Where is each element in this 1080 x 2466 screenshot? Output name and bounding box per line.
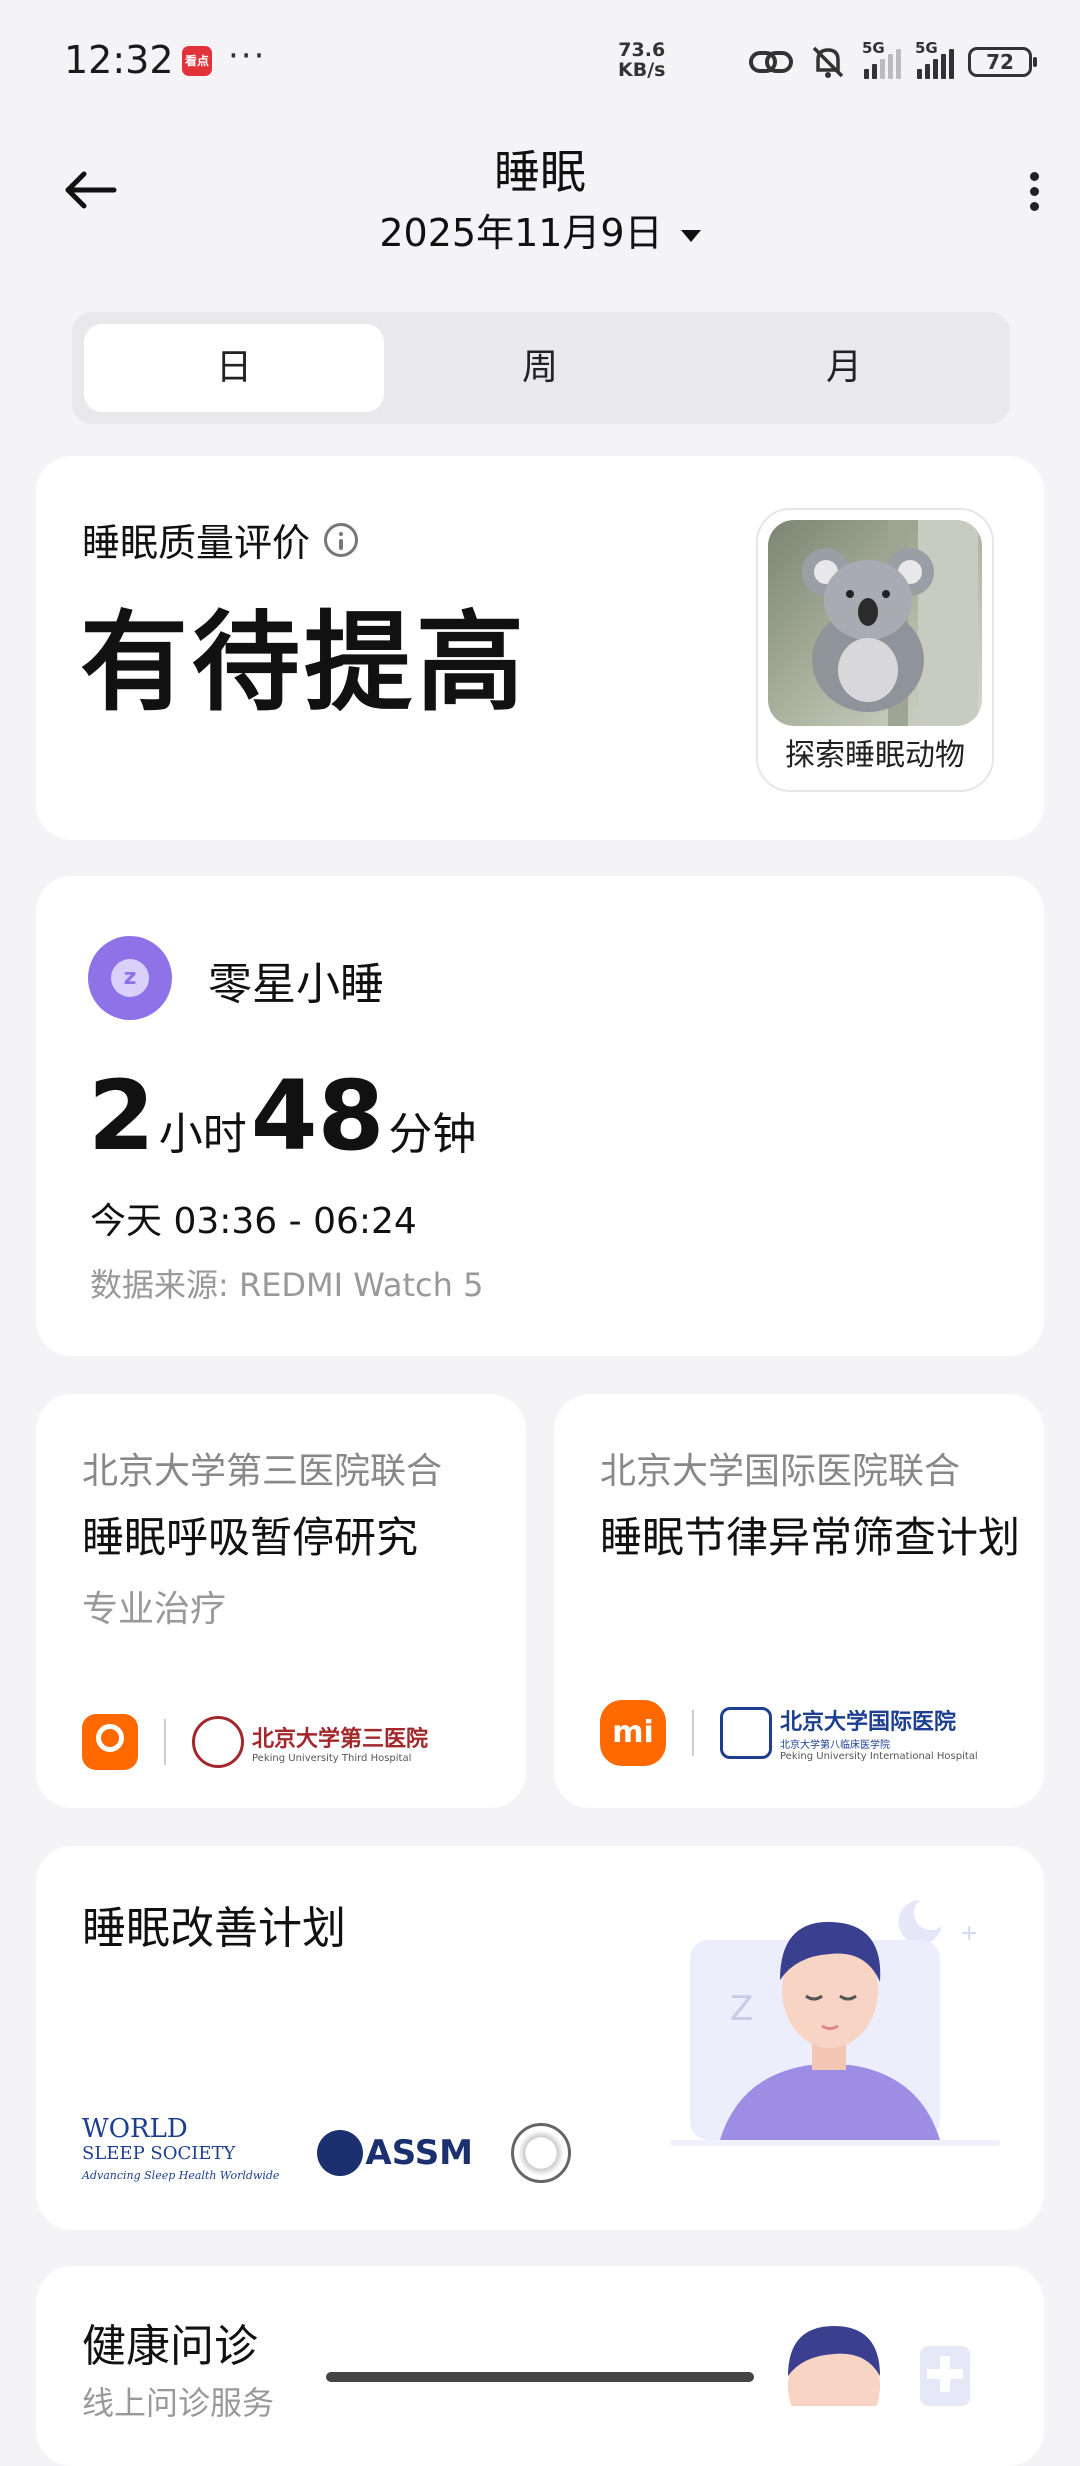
nap-minutes-unit: 分钟 — [388, 1109, 477, 1160]
pku-international-hospital-logo: 北京大学国际医院 北京大学第八临床医学院 Peking University I… — [720, 1704, 978, 1762]
sleeping-person-illustration: + Z — [670, 1900, 1000, 2146]
study-org: 北京大学国际医院联合 — [600, 1451, 961, 1492]
tab-week[interactable]: 周 — [390, 324, 690, 412]
mute-bell-icon — [812, 46, 844, 78]
data-source: 数据来源: REDMI Watch 5 — [90, 1266, 484, 1304]
date-selector[interactable]: 2025年11月9日 — [0, 202, 1080, 257]
more-notifications-icon: ··· — [228, 36, 267, 76]
page-title: 睡眠 — [494, 145, 586, 199]
study-card-rhythm[interactable]: 北京大学国际医院联合 睡眠节律异常筛查计划 mi 北京大学国际医院 北京大学第八… — [554, 1394, 1044, 1808]
partner-logos: 北京大学第三医院 Peking University Third Hospita… — [82, 1714, 428, 1770]
health-research-logo — [82, 1714, 138, 1770]
hospital-emblem-icon — [192, 1716, 244, 1768]
mi-logo: mi — [600, 1700, 666, 1766]
nap-icon: z — [88, 936, 172, 1020]
link-icon — [749, 51, 793, 73]
status-icons: 5G 5G 72 — [748, 39, 1037, 82]
nap-title: 零星小睡 — [208, 959, 384, 1010]
study-title: 睡眠呼吸暂停研究 — [82, 1513, 419, 1562]
koala-image — [768, 520, 982, 726]
tab-month[interactable]: 月 — [694, 324, 994, 412]
world-sleep-society-logo: WORLD SLEEP SOCIETY Advancing Sleep Heal… — [82, 2114, 280, 2182]
quality-label: 睡眠质量评价 — [82, 521, 311, 565]
period-tabs: 日 周 月 — [72, 312, 1010, 424]
study-org: 北京大学第三医院联合 — [82, 1451, 443, 1492]
nap-hours: 2 — [88, 1060, 155, 1172]
app-header: 睡眠 2025年11月9日 — [0, 120, 1080, 280]
quality-value: 有待提高 — [80, 601, 529, 726]
tab-day[interactable]: 日 — [84, 324, 384, 412]
caret-down-icon — [680, 229, 701, 242]
logo-divider — [692, 1710, 694, 1756]
date-label: 2025年11月9日 — [379, 211, 663, 255]
nap-minutes: 48 — [250, 1060, 385, 1172]
consult-title: 健康问诊 — [82, 2321, 258, 2372]
svg-text:Z: Z — [730, 1989, 753, 2029]
pku-third-hospital-logo: 北京大学第三医院 Peking University Third Hospita… — [192, 1716, 428, 1768]
svg-text:+: + — [960, 1921, 978, 1946]
study-card-apnea[interactable]: 北京大学第三医院联合 睡眠呼吸暂停研究 专业治疗 北京大学第三医院 Peking… — [36, 1394, 526, 1808]
plan-title: 睡眠改善计划 — [82, 1903, 346, 1954]
status-bar: 12:32 看点 ··· 73.6 KB/s 5G 5G 72 — [0, 0, 1080, 120]
nap-time-range: 今天 03:36 - 06:24 — [90, 1201, 417, 1242]
news-app-icon: 看点 — [182, 46, 212, 76]
doctor-illustration — [788, 2326, 970, 2406]
study-tag: 专业治疗 — [82, 1589, 227, 1630]
home-indicator[interactable] — [326, 2372, 754, 2382]
health-consult-card[interactable]: 健康问诊 线上问诊服务 — [36, 2266, 1044, 2466]
nap-card[interactable]: z 零星小睡 2小时48分钟 今天 03:36 - 06:24 数据来源: RE… — [36, 876, 1044, 1356]
battery-icon: 72 — [968, 47, 1037, 77]
sleep-animal-button[interactable]: 探索睡眠动物 — [756, 508, 994, 792]
study-title: 睡眠节律异常筛查计划 — [600, 1513, 1021, 1562]
sleep-quality-card[interactable]: 睡眠质量评价 有待提高 探索睡眠动物 — [36, 456, 1044, 840]
logo-divider — [164, 1719, 166, 1765]
more-menu-icon[interactable] — [1014, 166, 1054, 226]
partner-logos: WORLD SLEEP SOCIETY Advancing Sleep Heal… — [82, 2114, 572, 2187]
network-speed: 73.6 KB/s — [618, 40, 665, 80]
consult-subtitle: 线上问诊服务 — [82, 2384, 275, 2422]
nap-duration: 2小时48分钟 — [88, 1060, 480, 1172]
info-icon[interactable] — [324, 522, 359, 557]
nap-hours-unit: 小时 — [158, 1109, 247, 1160]
signal-1-icon: 5G — [862, 39, 901, 79]
quality-label-row: 睡眠质量评价 — [82, 512, 359, 567]
sleep-animal-label: 探索睡眠动物 — [785, 738, 965, 773]
sleep-improvement-plan-card[interactable]: 睡眠改善计划 WORLD SLEEP SOCIETY Advancing Sle… — [36, 1846, 1044, 2230]
hospital-emblem-icon — [720, 1707, 772, 1759]
status-time: 12:32 — [64, 38, 174, 82]
partner-logos: mi 北京大学国际医院 北京大学第八临床医学院 Peking Universit… — [600, 1700, 978, 1766]
assm-logo: ASSM — [317, 2129, 473, 2176]
network-speed-unit: KB/s — [618, 59, 666, 81]
signal-2-icon: 5G — [915, 39, 954, 79]
network-speed-value: 73.6 — [618, 39, 666, 61]
society-seal-logo — [511, 2122, 572, 2183]
